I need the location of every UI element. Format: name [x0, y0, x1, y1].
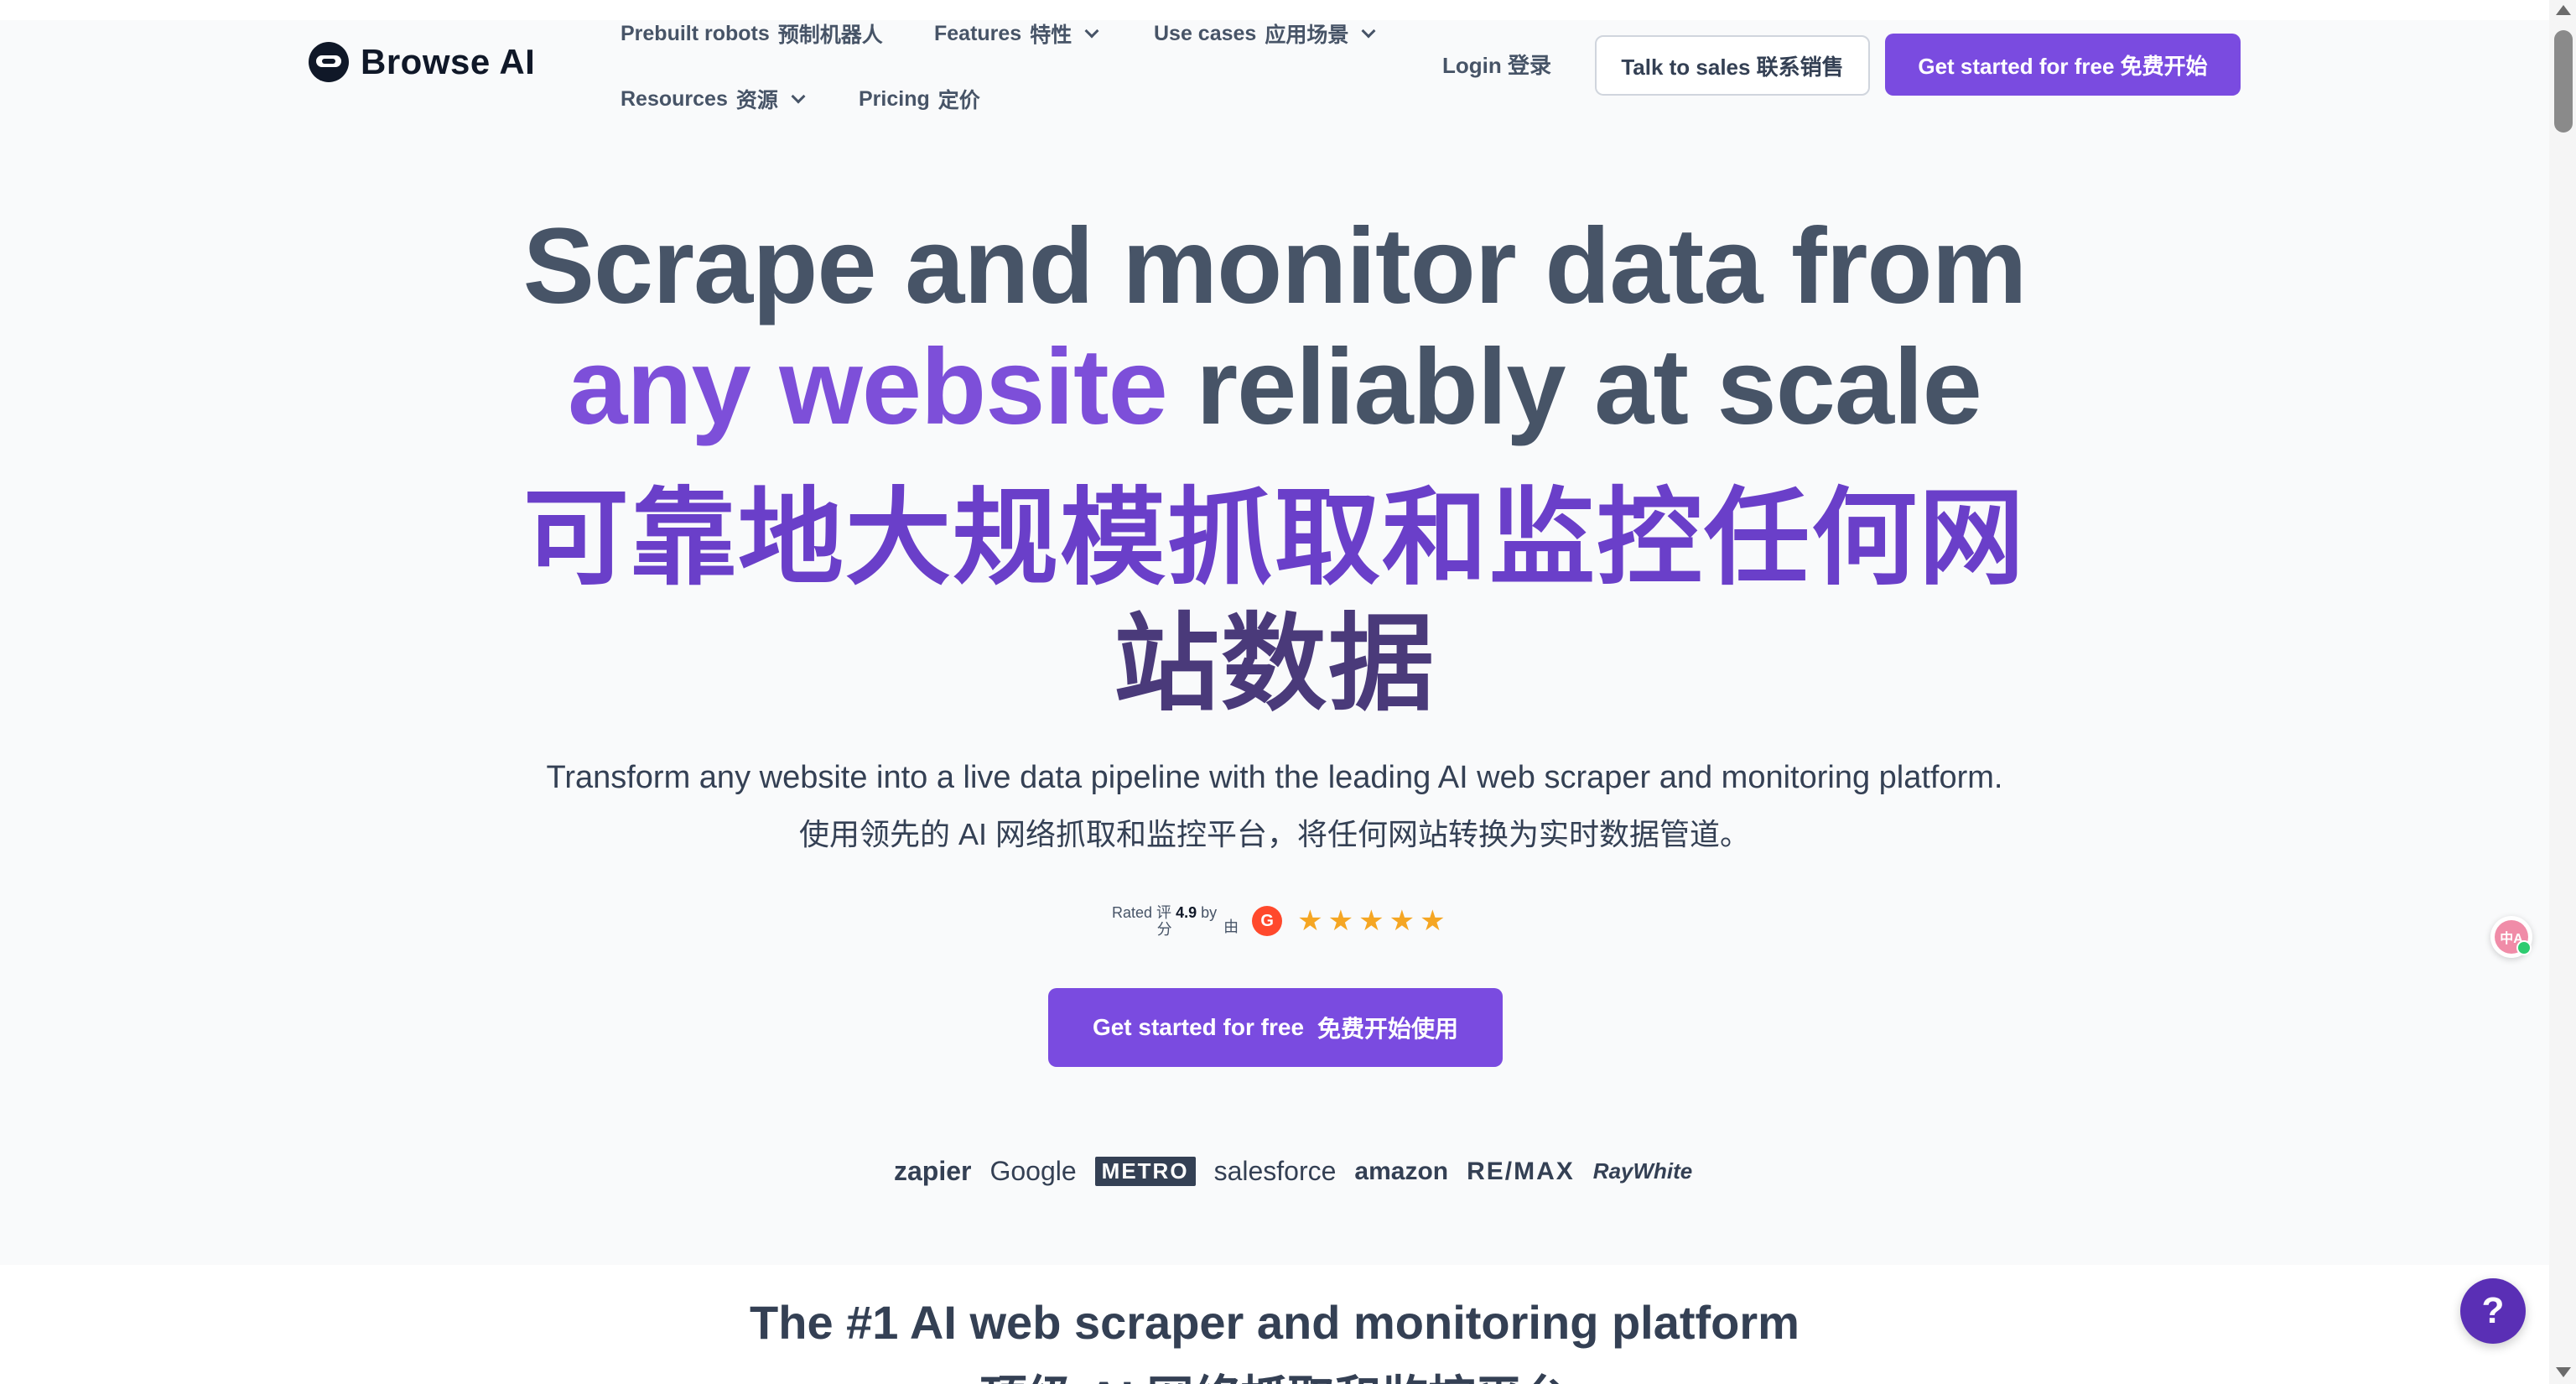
section-subtitle: 顶级 AI 网络抓取和监控平台 — [0, 1361, 2549, 1384]
nav-label-cn: 特性 — [1030, 23, 1072, 47]
page-scrollbar[interactable] — [2549, 0, 2576, 1384]
star-rating: ★ ★ ★ ★ ★ — [1297, 906, 1445, 936]
chevron-down-icon — [1361, 23, 1376, 39]
nav-prebuilt-robots[interactable]: Prebuilt robots 预制机器人 — [621, 18, 883, 49]
nav-features[interactable]: Features 特性 — [934, 18, 1099, 49]
rating-text: Rated 评 4.9 by 分 — [1112, 904, 1217, 938]
rating-you-label: 由 — [1223, 918, 1239, 935]
raywhite-logo: RayWhite — [1592, 1158, 1693, 1184]
nav-resources[interactable]: Resources 资源 — [621, 84, 806, 114]
hero-headline-line1: Scrape and monitor data from — [522, 206, 2028, 326]
rating-rated-label: Rated 评 — [1112, 904, 1172, 921]
nav-pricing[interactable]: Pricing 定价 — [859, 84, 980, 114]
nav-label-cn: 资源 — [735, 89, 778, 112]
star-icon: ★ — [1297, 905, 1323, 937]
rating-score: 4.9 — [1176, 904, 1197, 921]
cta-label-cn: 免费开始使用 — [1317, 1016, 1459, 1042]
g2-icon: G — [1252, 906, 1283, 936]
hero-headline-rest: reliably at scale — [1166, 327, 1982, 447]
nav-label: Use cases — [1154, 21, 1257, 45]
hero-headline-cn-line2: 站数据 — [1114, 605, 1436, 723]
scrollbar-thumb[interactable] — [2554, 30, 2573, 133]
salesforce-logo: salesforce — [1213, 1156, 1337, 1186]
help-button[interactable]: ? — [2460, 1278, 2526, 1344]
nav-label: Pricing — [859, 86, 930, 111]
chevron-down-icon — [1084, 23, 1099, 39]
google-logo: Google — [989, 1156, 1077, 1186]
get-started-hero-button[interactable]: Get started for free 免费开始使用 — [1048, 988, 1503, 1067]
translate-widget-button[interactable]: 中A — [2490, 916, 2532, 958]
nav-label-cn: 定价 — [937, 89, 980, 112]
login-link[interactable]: Login 登录 — [1442, 49, 1551, 80]
nav-label-cn: 预制机器人 — [777, 23, 883, 47]
nav-use-cases[interactable]: Use cases 应用场景 — [1154, 18, 1376, 49]
remax-logo: RE/MAX — [1467, 1157, 1575, 1185]
cta-label-en: Get started for free — [1092, 1014, 1305, 1040]
zapier-logo: zapier — [894, 1156, 972, 1186]
nav-label: Prebuilt robots — [621, 21, 770, 45]
customer-logos: zapier Google METRO salesforce amazon RE… — [894, 1156, 1692, 1187]
logo-text: Browse AI — [361, 42, 536, 81]
hero-subtitle-en: Transform any website into a live data p… — [546, 760, 2003, 795]
hero-subtitle-cn: 使用领先的 AI 网络抓取和监控平台，将任何网站转换为实时数据管道。 — [798, 817, 1751, 851]
nav-label-cn: 应用场景 — [1265, 23, 1349, 47]
hero-headline-line2: any website reliably at scale — [0, 325, 2549, 449]
rating-badge[interactable]: Rated 评 4.9 by 分 由 G ★ ★ ★ ★ ★ — [1112, 904, 1446, 938]
hero-headline-accent: any website — [568, 327, 1168, 447]
star-icon: ★ — [1389, 905, 1415, 937]
robot-logo-icon — [309, 42, 349, 82]
rating-fen-label: 分 — [1156, 921, 1172, 938]
amazon-logo: amazon — [1354, 1157, 1449, 1185]
nav-label: Features — [934, 21, 1022, 45]
metro-logo: METRO — [1094, 1157, 1196, 1186]
get-started-header-button[interactable]: Get started for free 免费开始 — [1885, 34, 2241, 96]
section-title: The #1 AI web scraper and monitoring pla… — [750, 1296, 1800, 1349]
scroll-up-arrow-icon[interactable] — [2556, 5, 2571, 15]
star-icon: ★ — [1327, 905, 1354, 937]
talk-to-sales-button[interactable]: Talk to sales 联系销售 — [1595, 35, 1870, 96]
top-strip — [0, 0, 2549, 20]
rating-by-label: by — [1201, 904, 1218, 921]
star-icon: ★ — [1358, 905, 1384, 937]
scroll-down-arrow-icon[interactable] — [2556, 1367, 2571, 1377]
star-icon: ★ — [1420, 905, 1446, 937]
logo[interactable]: Browse AI — [309, 42, 535, 82]
chevron-down-icon — [791, 89, 806, 104]
translate-icon: 中A — [2495, 920, 2532, 955]
nav-label: Resources — [621, 86, 728, 111]
